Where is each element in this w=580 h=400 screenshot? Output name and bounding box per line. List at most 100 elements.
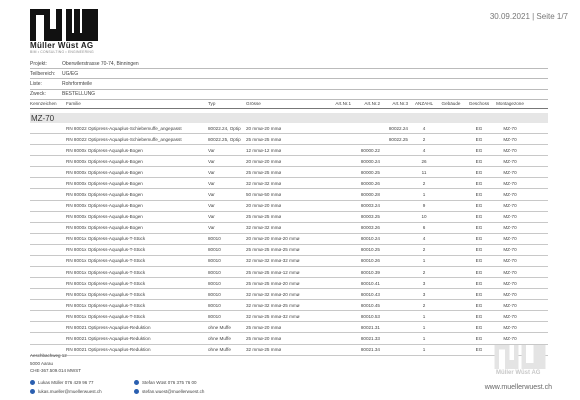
table-cell: MZ-70	[503, 225, 517, 231]
table-cell: 4	[422, 147, 426, 153]
table-cell: 11	[421, 169, 427, 175]
table-row: RN 8001x Optipress-Aquaplus-T-Stück 80010…	[30, 256, 548, 268]
table-cell: 80022.24, Optip	[208, 125, 241, 131]
column-header: Art.Nr.3	[392, 101, 408, 106]
table-cell: 80010	[208, 236, 221, 242]
column-header: Familie	[66, 101, 81, 106]
table-cell: EG	[475, 336, 483, 342]
table-cell: 80021.34	[360, 347, 380, 353]
table-cell: 80010.39	[360, 269, 380, 275]
table-row: RN 8001x Optipress-Aquaplus-T-Stück 80010…	[30, 289, 548, 301]
order-table: Kennzeichen Familie Typ Grösse Art.Nr.1 Art.N…	[30, 99, 548, 356]
table-cell: RN 8001x Optipress-Aquaplus-T-Stück	[66, 269, 146, 275]
info-row: Teilbereich: UG/EG	[30, 69, 548, 80]
table-cell: 4	[422, 236, 426, 242]
table-row: RN 80022 Optipress-Aquaplus-Schiebemuffe…	[30, 134, 548, 146]
table-cell: Var	[208, 203, 215, 209]
table-cell: 20 mmø-20 mmø	[246, 125, 282, 131]
table-cell: 80003.24	[360, 203, 380, 209]
table-cell: MZ-70	[503, 247, 517, 253]
contact-email-1[interactable]: lukas.mueller@muellerwuest.ch	[30, 387, 134, 396]
table-row: RN 8000x Optipress-Aquaplus-Bogen Var 25 m…	[30, 212, 548, 223]
table-cell: 3	[422, 280, 426, 286]
watermark-name: Müller Wüst AG	[496, 370, 541, 376]
column-header: Art.Nr.2	[364, 101, 380, 106]
table-cell: 4	[422, 125, 426, 131]
table-cell: 2	[422, 302, 426, 308]
table-cell: MZ-70	[503, 258, 517, 264]
table-cell: 80003.26	[360, 225, 380, 231]
table-cell: ohne Muffe	[208, 336, 231, 342]
table-cell: MZ-70	[503, 280, 517, 286]
table-row: RN 8000x Optipress-Aquaplus-Bogen Var 25 m…	[30, 167, 548, 179]
table-cell: 25 mmø-25 mmø-25 mmø	[246, 247, 300, 253]
table-cell: MZ-70	[503, 147, 517, 153]
table-cell: RN 8000x Optipress-Aquaplus-Bogen	[66, 180, 143, 186]
page-info: 30.09.2021 | Seite 1/7	[489, 12, 568, 21]
column-header: Art.Nr.1	[335, 101, 351, 106]
table-row: RN 80022 Optipress-Aquaplus-Schiebemuffe…	[30, 123, 548, 135]
table-cell: Var	[208, 180, 215, 186]
table-cell: 2	[422, 269, 426, 275]
table-row: RN 80021 Optipress-Aquaplus-Reduktion ohn…	[30, 322, 548, 334]
table-cell: RN 8001x Optipress-Aquaplus-T-Stück	[66, 258, 146, 264]
table-row: RN 8000x Optipress-Aquaplus-Bogen Var 32 m…	[30, 223, 548, 234]
footer-vat: CHE-367.509.014 MWST	[30, 368, 82, 374]
table-cell: MZ-70	[503, 192, 517, 197]
table-cell: 80010.43	[360, 291, 380, 297]
table-cell: 25 mmø-20 mmø	[246, 324, 282, 330]
table-cell: RN 8001x Optipress-Aquaplus-T-Stück	[66, 302, 146, 308]
table-cell: 80010	[208, 302, 221, 308]
info-label: Projekt:	[30, 60, 47, 67]
table-row: RN 8001x Optipress-Aquaplus-T-Stück 80010…	[30, 300, 548, 312]
table-cell: MZ-70	[503, 313, 517, 319]
table-cell: 80000.26	[360, 180, 380, 186]
table-cell: EG	[475, 147, 483, 153]
table-cell: EG	[475, 291, 483, 297]
table-cell: EG	[475, 214, 483, 220]
table-cell: 20 mmø-20 mmø-20 mmø	[246, 236, 300, 242]
table-cell: 2	[422, 247, 426, 253]
table-cell: EG	[475, 125, 483, 131]
table-cell: MZ-70	[503, 136, 517, 142]
table-row: RN 8000x Optipress-Aquaplus-Bogen Var 12 m…	[30, 145, 548, 157]
table-cell: 80000.24	[360, 158, 380, 164]
table-cell: 80022.24	[388, 125, 408, 131]
contact-email-2[interactable]: stefan.wuest@muellerwuest.ch	[134, 387, 238, 396]
table-cell: MZ-70	[503, 169, 517, 175]
table-cell: 2	[422, 136, 426, 142]
company-name: Müller Wüst AG	[30, 41, 94, 50]
table-row: RN 8000x Optipress-Aquaplus-Bogen Var 20 m…	[30, 201, 548, 212]
info-value: BESTELLUNG	[62, 91, 96, 98]
table-cell: 80003.25	[360, 214, 380, 220]
table-cell: EG	[475, 313, 483, 319]
table-cell: 80000.25	[360, 169, 380, 175]
table-cell: MZ-70	[503, 180, 517, 186]
table-cell: RN 8001x Optipress-Aquaplus-T-Stück	[66, 313, 146, 319]
table-cell: MZ-70	[503, 158, 517, 164]
contact-phone-2: Stefan Wüst 076 375 76 00	[134, 378, 238, 387]
website-link[interactable]: www.muellerwuest.ch	[485, 384, 552, 391]
table-cell: 1	[422, 336, 426, 342]
table-cell: MZ-70	[503, 236, 517, 242]
table-cell: ohne Muffe	[208, 347, 231, 353]
table-cell: 80010.45	[360, 302, 380, 308]
table-body: RN 80022 Optipress-Aquaplus-Schiebemuffe…	[30, 123, 548, 356]
table-cell: EG	[475, 258, 483, 264]
table-cell: 25 mmø-25 mmø	[246, 136, 282, 142]
table-cell: 80000.28	[360, 192, 380, 197]
table-cell: RN 8001x Optipress-Aquaplus-T-Stück	[66, 291, 146, 297]
table-cell: 32 mmø-32 mmø-20 mmø	[246, 291, 300, 297]
table-row: RN 8001x Optipress-Aquaplus-T-Stück 80010…	[30, 278, 548, 290]
table-cell: MZ-70	[503, 214, 517, 220]
table-cell: 80010.26	[360, 258, 380, 264]
table-cell: Var	[208, 225, 215, 231]
column-header: Typ	[208, 101, 216, 106]
table-cell: RN 8000x Optipress-Aquaplus-Bogen	[66, 214, 143, 220]
table-cell: RN 8000x Optipress-Aquaplus-Bogen	[66, 169, 143, 175]
table-cell: 80010	[208, 280, 221, 286]
table-cell: RN 8001x Optipress-Aquaplus-T-Stück	[66, 280, 146, 286]
table-cell: 32 mmø-32 mmø	[246, 225, 282, 231]
info-label: Teilbereich:	[30, 70, 56, 77]
table-cell: Var	[208, 169, 215, 175]
